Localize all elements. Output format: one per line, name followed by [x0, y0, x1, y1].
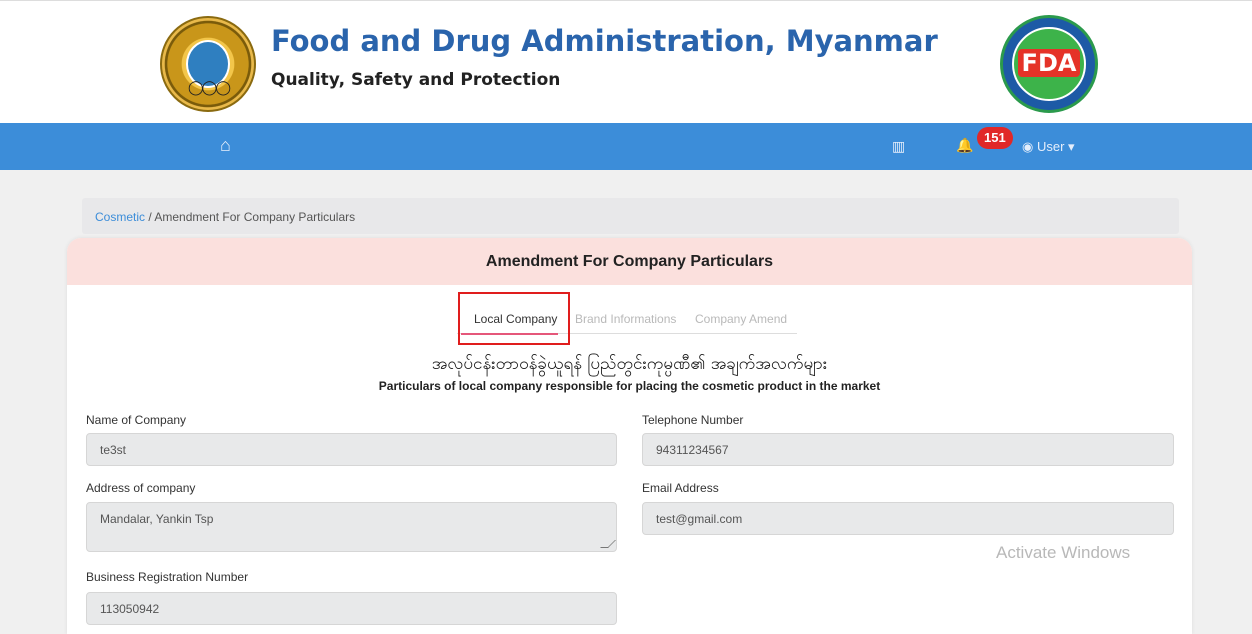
resize-handle-icon[interactable]: [600, 540, 616, 548]
user-avatar-icon: ◉: [1022, 139, 1037, 154]
amendment-card: Amendment For Company Particulars Local …: [67, 238, 1192, 634]
notification-count-badge[interactable]: 151: [977, 127, 1013, 149]
business-registration-label: Business Registration Number: [86, 570, 249, 584]
ministry-logo: ◯◯◯: [160, 16, 256, 112]
card-title: Amendment For Company Particulars: [67, 238, 1192, 285]
breadcrumb-cosmetic-link[interactable]: Cosmetic: [95, 210, 145, 224]
address-label: Address of company: [86, 481, 196, 495]
site-header: ◯◯◯ Food and Drug Administration, Myanma…: [0, 0, 1252, 123]
chevron-down-icon: ▾: [1064, 139, 1075, 154]
language-icon[interactable]: ▥: [892, 138, 908, 154]
activate-windows-watermark: Activate Windows: [996, 543, 1131, 562]
breadcrumb-current: Amendment For Company Particulars: [154, 210, 356, 224]
company-name-label: Name of Company: [86, 413, 187, 427]
telephone-label: Telephone Number: [642, 413, 744, 427]
site-subtitle: Quality, Safety and Protection: [271, 70, 561, 90]
email-field[interactable]: test@gmail.com: [642, 502, 1174, 535]
olympic-rings-icon: ◯◯◯: [188, 80, 231, 96]
fda-logo-text: FDA: [1018, 49, 1080, 77]
tab-brand-informations[interactable]: Brand Informations: [575, 312, 676, 326]
breadcrumb: Cosmetic / Amendment For Company Particu…: [82, 198, 1179, 234]
address-textarea[interactable]: Mandalar, Yankin Tsp: [86, 502, 617, 552]
home-icon[interactable]: ⌂: [220, 136, 238, 154]
tab-company-amend[interactable]: Company Amend: [695, 312, 787, 326]
fda-logo: FDA: [1000, 15, 1098, 113]
telephone-field[interactable]: 94311234567: [642, 433, 1174, 466]
notification-bell-icon[interactable]: 🔔: [956, 137, 973, 154]
highlighted-tab-box: [458, 292, 570, 345]
user-menu-label: User: [1036, 139, 1065, 154]
business-registration-field[interactable]: 113050942: [86, 592, 617, 625]
myanmar-section-heading: အလုပ်ငန်းတာဝန်ခွဲယူရန် ပြည်တွင်းကုမ္ပဏီ၏…: [431, 354, 828, 374]
site-title: Food and Drug Administration, Myanmar: [271, 24, 938, 58]
main-navbar: ⌂ ▥ 🔔 151 ◉ User ▾: [0, 123, 1252, 170]
english-section-heading: Particulars of local company responsible…: [378, 379, 881, 393]
address-value: Mandalar, Yankin Tsp: [100, 512, 214, 526]
company-name-field[interactable]: te3st: [86, 433, 617, 466]
email-label: Email Address: [642, 481, 719, 495]
user-menu[interactable]: ◉ User ▾: [1022, 139, 1075, 155]
